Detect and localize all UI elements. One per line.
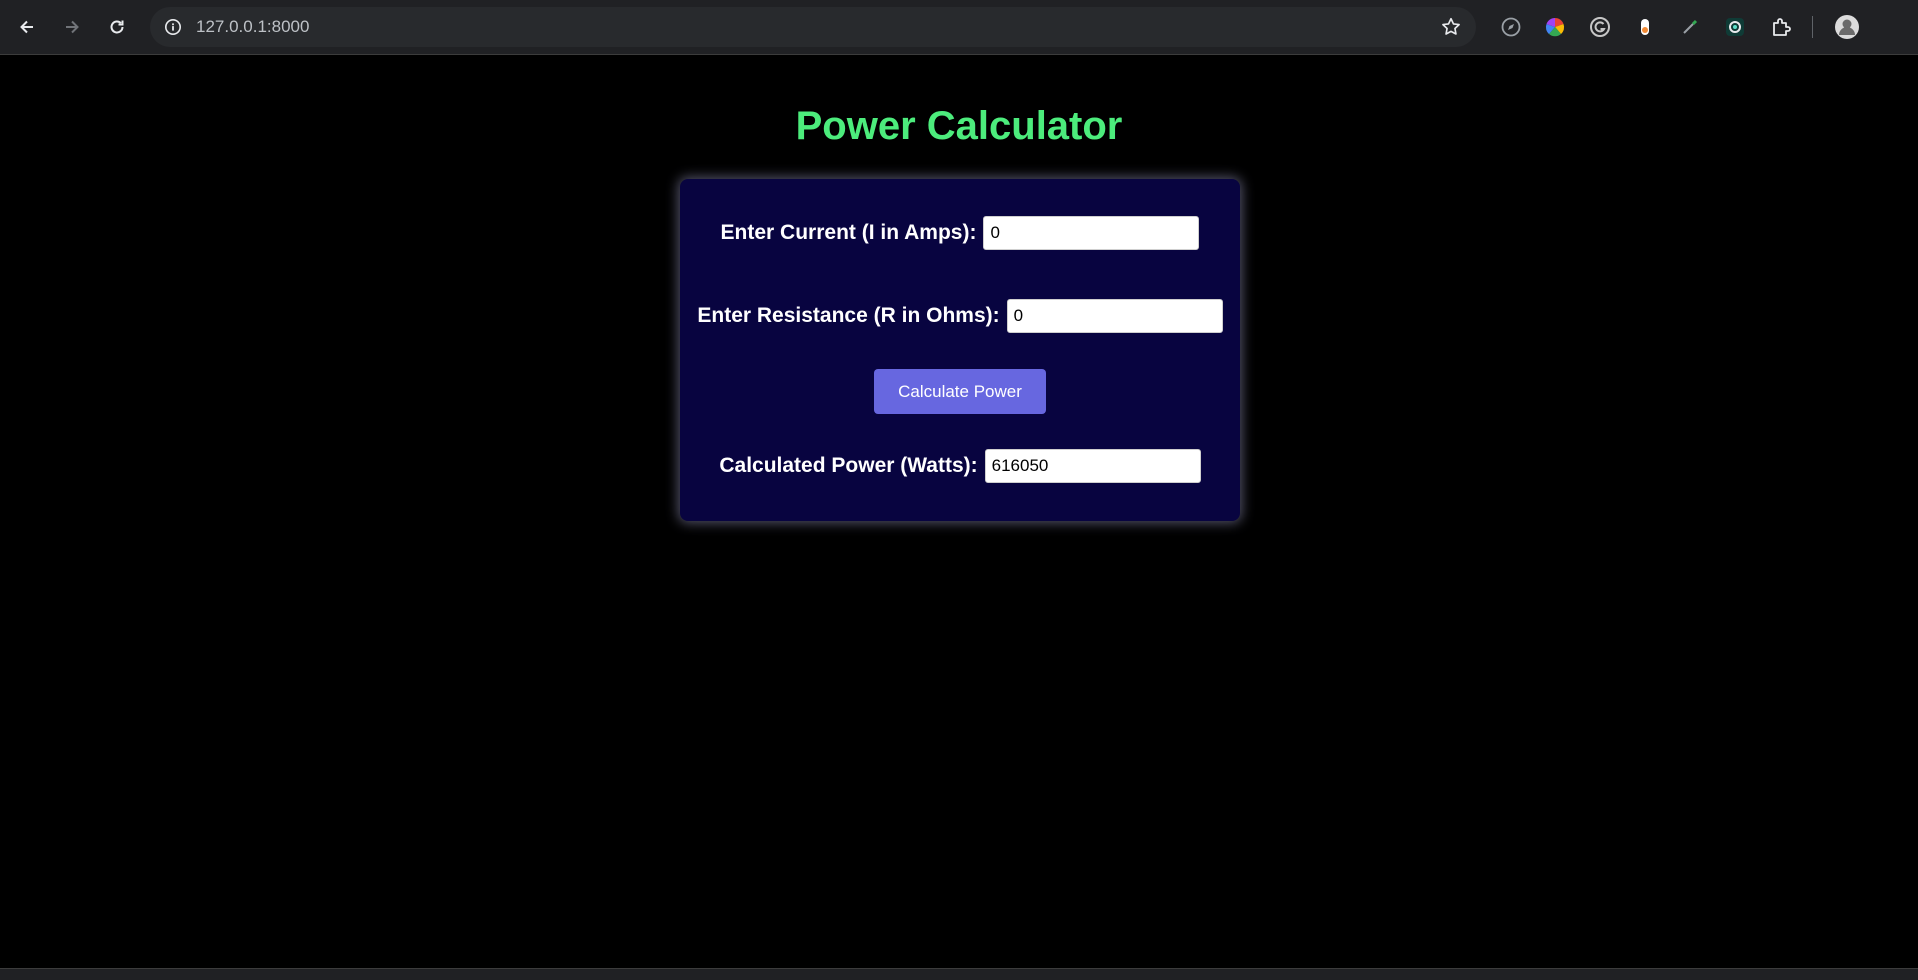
avatar-icon[interactable]: [1834, 14, 1860, 40]
calculator-form: Enter Current (I in Amps): Enter Resista…: [680, 179, 1240, 521]
forward-arrow-icon: [66, 20, 79, 34]
taskbar-edge: [0, 968, 1918, 980]
reload-button[interactable]: [100, 10, 134, 44]
compass-icon[interactable]: [1498, 14, 1524, 40]
eyedropper-icon[interactable]: [1677, 14, 1703, 40]
resistance-row: Enter Resistance (R in Ohms):: [680, 299, 1240, 333]
info-icon[interactable]: [160, 14, 186, 40]
toolbar-divider: [1812, 16, 1813, 38]
gauge-icon[interactable]: [1632, 14, 1658, 40]
puzzle-icon[interactable]: [1768, 14, 1794, 40]
resistance-input[interactable]: [1006, 299, 1223, 333]
result-row: Calculated Power (Watts):: [680, 449, 1240, 483]
browser-toolbar: 127.0.0.1:8000: [0, 0, 1918, 55]
result-output[interactable]: [984, 449, 1201, 483]
current-row: Enter Current (I in Amps):: [680, 216, 1240, 250]
star-icon[interactable]: [1440, 16, 1462, 38]
back-button[interactable]: [10, 10, 44, 44]
result-label: Calculated Power (Watts):: [719, 454, 978, 477]
calculate-power-button[interactable]: Calculate Power: [874, 369, 1046, 414]
screen-record-icon[interactable]: [1722, 14, 1748, 40]
current-input[interactable]: [983, 216, 1200, 250]
grammarly-icon[interactable]: [1587, 14, 1613, 40]
back-arrow-icon: [20, 20, 33, 34]
color-wheel-icon[interactable]: [1542, 14, 1568, 40]
resistance-label: Enter Resistance (R in Ohms):: [697, 304, 1000, 327]
forward-button[interactable]: [55, 10, 89, 44]
url-text[interactable]: 127.0.0.1:8000: [196, 7, 309, 47]
current-label: Enter Current (I in Amps):: [720, 221, 977, 244]
reload-icon: [110, 20, 124, 34]
page-title: Power Calculator: [795, 104, 1123, 148]
address-bar[interactable]: 127.0.0.1:8000: [150, 7, 1476, 47]
